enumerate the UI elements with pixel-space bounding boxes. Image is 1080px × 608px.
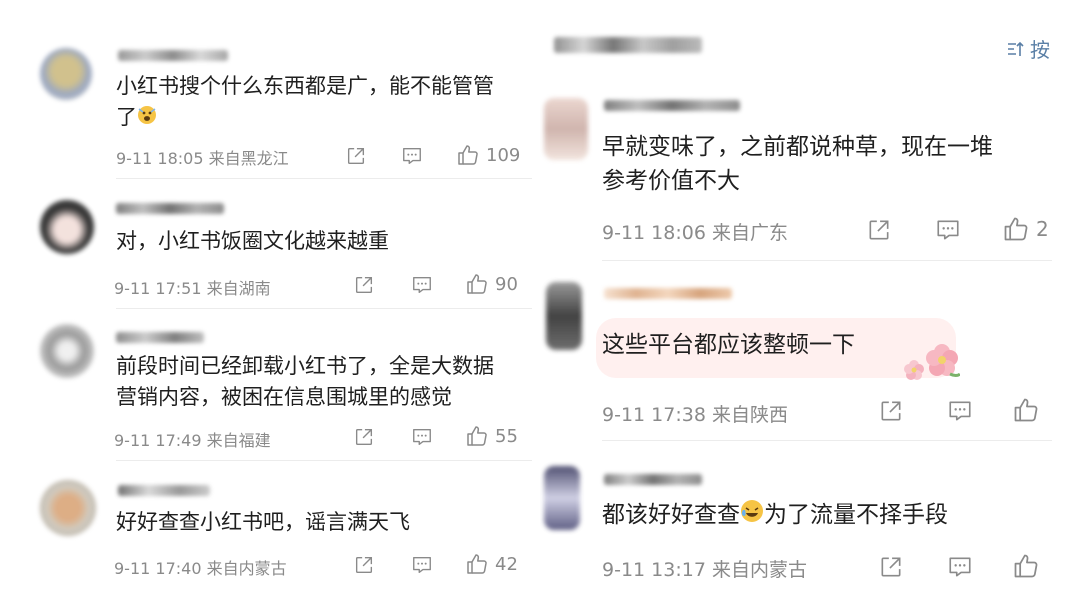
left-comment-panel: 小红书搜个什么东西都是广，能不能管管 了 9-11 18:05 来自黑龙江 10…: [0, 0, 540, 608]
thumbs-up-icon: [1012, 396, 1040, 424]
comment-icon: [934, 217, 962, 243]
divider: [116, 308, 532, 309]
like-count: 55: [495, 425, 518, 447]
comment-meta: 9-11 18:05 来自黑龙江: [116, 149, 289, 168]
thumbs-up-icon: [465, 552, 489, 576]
share-icon: [878, 398, 904, 424]
username[interactable]: [116, 332, 204, 343]
avatar[interactable]: [40, 480, 96, 536]
comment-meta: 9-11 18:06 来自广东: [602, 222, 788, 244]
comment-item: 早就变味了，之前都说种草，现在一堆 参考价值不大 9-11 18:06 来自广东…: [540, 90, 1080, 261]
avatar[interactable]: [40, 200, 94, 254]
sort-icon: [1008, 41, 1024, 56]
comment-meta: 9-11 17:38 来自陕西: [602, 404, 788, 426]
share-button[interactable]: [353, 426, 375, 448]
reply-button[interactable]: [410, 426, 434, 448]
sort-button[interactable]: 按: [1006, 34, 1050, 63]
scared-emoji-icon: [137, 103, 157, 134]
reply-button[interactable]: [934, 217, 962, 243]
share-button[interactable]: [345, 145, 367, 167]
like-button[interactable]: 109: [456, 143, 520, 167]
comment-meta: 9-11 17:40 来自内蒙古: [114, 559, 287, 578]
reply-button[interactable]: [946, 554, 974, 580]
like-button[interactable]: [1012, 396, 1040, 424]
comment-icon: [946, 554, 974, 580]
comment-icon: [410, 426, 434, 448]
username[interactable]: [118, 485, 210, 496]
share-icon: [353, 426, 375, 448]
like-button[interactable]: [1012, 552, 1040, 580]
like-count: 90: [495, 273, 518, 295]
username[interactable]: [118, 50, 228, 61]
avatar[interactable]: [40, 48, 92, 100]
username[interactable]: [116, 203, 224, 214]
comment-item: 好好查查小红书吧，谣言满天飞 9-11 17:40 来自内蒙古 42: [0, 462, 540, 608]
thumbs-up-icon: [1012, 552, 1040, 580]
reply-button[interactable]: [946, 398, 974, 424]
comment-icon: [400, 145, 424, 167]
share-button[interactable]: [866, 217, 892, 243]
avatar[interactable]: [544, 466, 580, 530]
reply-button[interactable]: [410, 554, 434, 576]
right-comment-panel: 按 早就变味了，之前都说种草，现在一堆 参考价值不大 9-11 18:06 来自…: [540, 0, 1080, 608]
comment-item: 都该好好查查 为了流量不择手段 9-11 13:17 来自内蒙古: [540, 446, 1080, 608]
flower-decoration-icon: [900, 338, 962, 388]
username[interactable]: [604, 474, 702, 485]
comment-header: [554, 37, 702, 53]
comment-meta: 9-11 13:17 来自内蒙古: [602, 559, 807, 581]
avatar[interactable]: [40, 324, 94, 378]
like-button[interactable]: 90: [465, 272, 518, 296]
comment-item: 这些平台都应该整顿一下 9-11 17:38 来自陕西: [540, 262, 1080, 442]
share-icon: [866, 217, 892, 243]
divider: [602, 260, 1052, 261]
share-icon: [345, 145, 367, 167]
comment-text: 对，小红书饭圈文化越来越重: [116, 229, 389, 253]
thumbs-up-icon: [456, 143, 480, 167]
share-button[interactable]: [353, 274, 375, 296]
sort-label: 按: [1030, 38, 1050, 62]
like-count: 42: [495, 553, 518, 575]
comment-text: 好好查查小红书吧，谣言满天飞: [116, 510, 410, 534]
share-button[interactable]: [353, 554, 375, 576]
share-icon: [878, 554, 904, 580]
like-button[interactable]: 55: [465, 424, 518, 448]
comment-text: 早就变味了，之前都说种草，现在一堆 参考价值不大: [602, 134, 993, 194]
like-button[interactable]: 2: [1002, 215, 1049, 243]
avatar[interactable]: [546, 282, 582, 350]
like-count: 109: [486, 144, 521, 166]
comment-text: 都该好好查查 为了流量不择手段: [602, 498, 1072, 533]
comment-icon: [946, 398, 974, 424]
comment-text: 前段时间已经卸载小红书了，全是大数据 营销内容，被困在信息围城里的感觉: [116, 354, 494, 409]
divider: [116, 178, 532, 179]
username[interactable]: [604, 288, 732, 299]
comment-icon: [410, 274, 434, 296]
share-button[interactable]: [878, 554, 904, 580]
comment-icon: [410, 554, 434, 576]
divider: [602, 440, 1052, 441]
share-icon: [353, 554, 375, 576]
like-count: 2: [1036, 217, 1049, 241]
reply-button[interactable]: [400, 145, 424, 167]
comment-item: 对，小红书饭圈文化越来越重 9-11 17:51 来自湖南 90: [0, 180, 540, 310]
laugh-cry-emoji-icon: [740, 499, 764, 533]
reply-button[interactable]: [410, 274, 434, 296]
comment-meta: 9-11 17:51 来自湖南: [114, 279, 271, 298]
share-icon: [353, 274, 375, 296]
thumbs-up-icon: [465, 424, 489, 448]
comment-meta: 9-11 17:49 来自福建: [114, 431, 271, 450]
like-button[interactable]: 42: [465, 552, 518, 576]
thumbs-up-icon: [1002, 215, 1030, 243]
comment-item: 前段时间已经卸载小红书了，全是大数据 营销内容，被困在信息围城里的感觉 9-11…: [0, 310, 540, 461]
thumbs-up-icon: [465, 272, 489, 296]
share-button[interactable]: [878, 398, 904, 424]
comment-text: 小红书搜个什么东西都是广，能不能管管 了: [116, 71, 526, 134]
avatar[interactable]: [544, 98, 588, 160]
divider: [116, 460, 532, 461]
comment-item: 小红书搜个什么东西都是广，能不能管管 了 9-11 18:05 来自黑龙江 10…: [0, 0, 540, 180]
username[interactable]: [604, 100, 740, 111]
